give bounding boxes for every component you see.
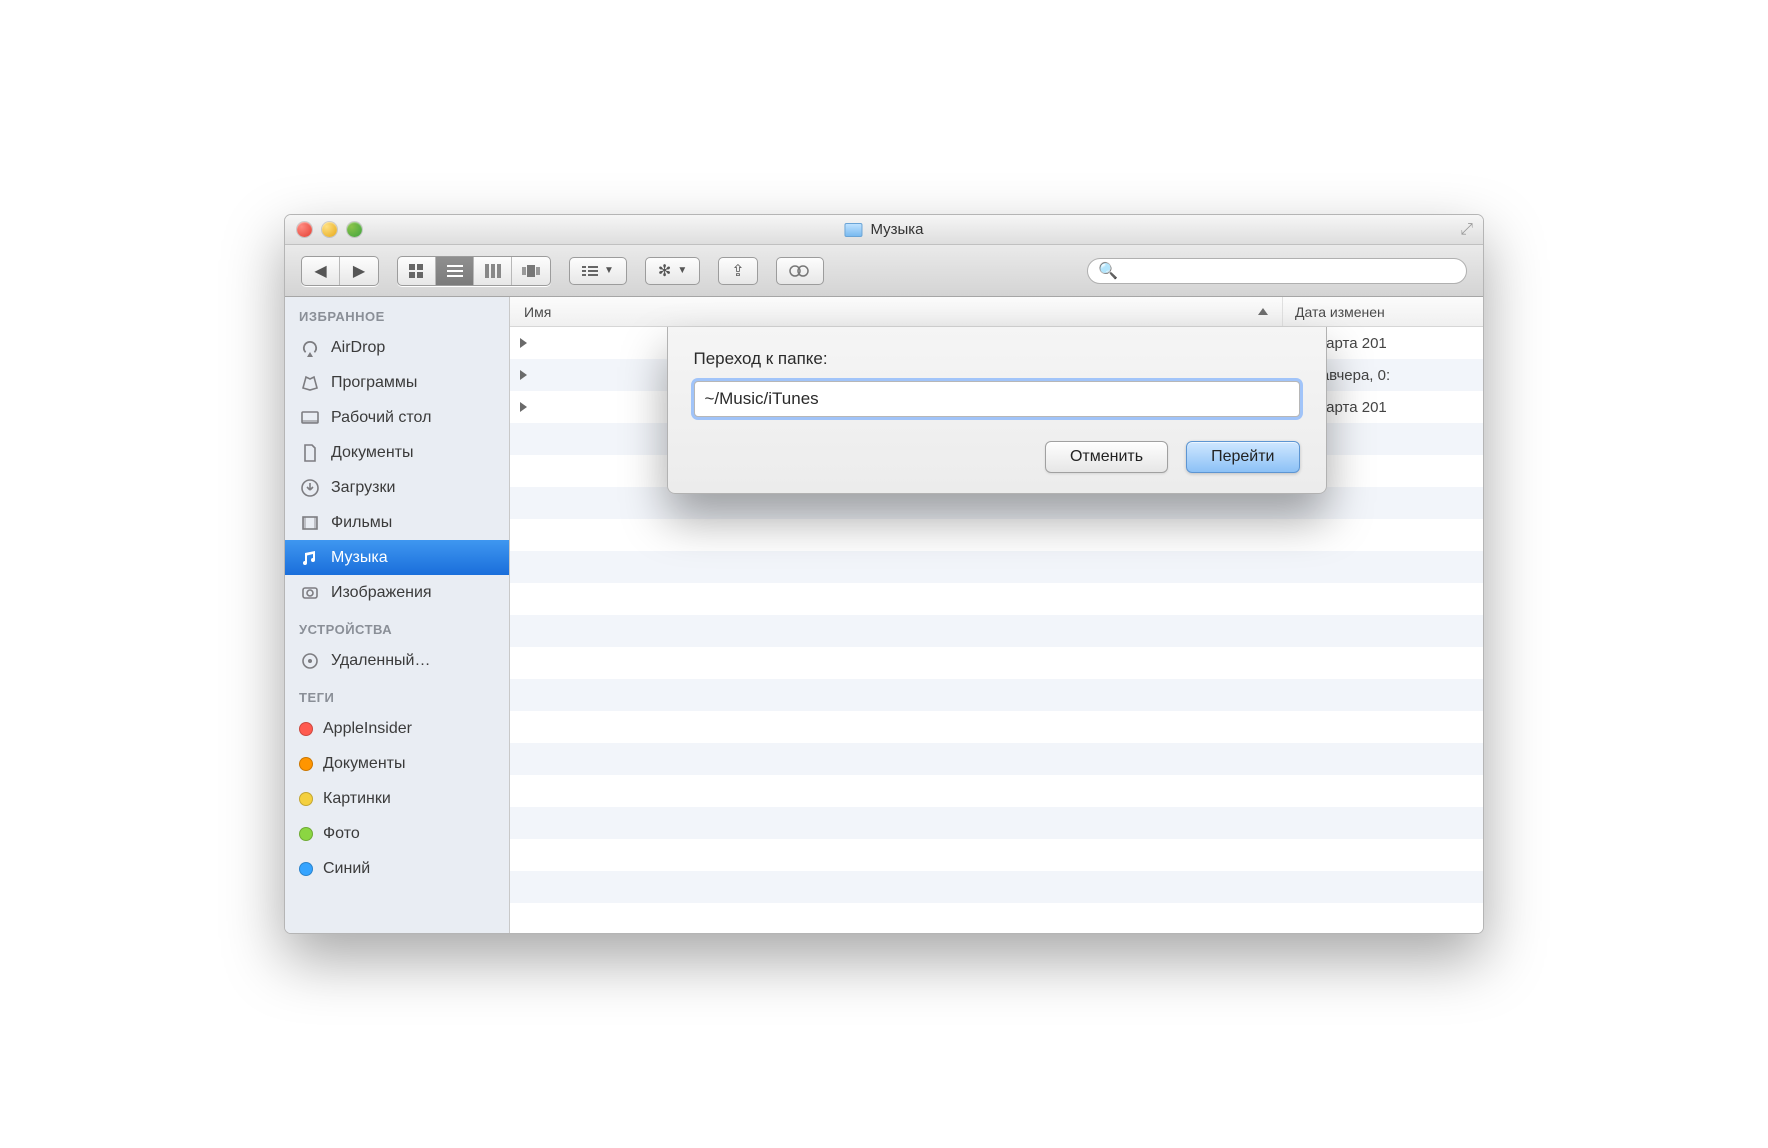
sidebar-item-label: Рабочий стол xyxy=(331,409,431,427)
tag-dot-icon xyxy=(299,827,313,841)
sidebar-item-label: Синий xyxy=(323,860,370,878)
sidebar-item-label: Музыка xyxy=(331,549,388,567)
sidebar-tag[interactable]: AppleInsider xyxy=(285,711,509,746)
sidebar-header-favorites: ИЗБРАННОЕ xyxy=(285,297,509,330)
zoom-icon[interactable] xyxy=(347,222,362,237)
view-switcher xyxy=(397,256,551,286)
sidebar-header-devices: УСТРОЙСТВА xyxy=(285,610,509,643)
view-coverflow-button[interactable] xyxy=(512,257,550,285)
sidebar-tag[interactable]: Синий xyxy=(285,851,509,886)
sidebar-item-pictures[interactable]: Изображения xyxy=(285,575,509,610)
sidebar-item-movies[interactable]: Фильмы xyxy=(285,505,509,540)
view-column-button[interactable] xyxy=(474,257,512,285)
sidebar-item-label: Удаленный… xyxy=(331,652,431,670)
downloads-icon xyxy=(299,478,321,498)
gear-icon: ✻ xyxy=(658,261,671,281)
fullscreen-icon[interactable]: ⤢ xyxy=(1460,221,1473,239)
sidebar-item-label: Загрузки xyxy=(331,479,395,497)
view-list-button[interactable] xyxy=(436,257,474,285)
sidebar: ИЗБРАННОЕ AirDrop Программы Рабочий стол xyxy=(285,297,510,933)
sidebar-tag[interactable]: Картинки xyxy=(285,781,509,816)
search-icon: 🔍 xyxy=(1098,261,1118,281)
go-to-folder-sheet: Переход к папке: Отменить Перейти xyxy=(667,327,1327,494)
content: ИЗБРАННОЕ AirDrop Программы Рабочий стол xyxy=(285,297,1483,933)
close-icon[interactable] xyxy=(297,222,312,237)
column-header-name[interactable]: Имя xyxy=(510,297,1283,326)
window-title-text: Музыка xyxy=(870,221,923,238)
search-input[interactable]: 🔍 xyxy=(1087,258,1467,284)
sidebar-item-airdrop[interactable]: AirDrop xyxy=(285,330,509,365)
column-header-modified-label: Дата изменен xyxy=(1295,304,1385,320)
titlebar: Музыка ⤢ xyxy=(285,215,1483,245)
tags-button[interactable] xyxy=(776,257,824,285)
window-title: Музыка xyxy=(844,221,923,238)
column-headers: Имя Дата изменен xyxy=(510,297,1483,327)
tag-dot-icon xyxy=(299,722,313,736)
sidebar-item-remote-disc[interactable]: Удаленный… xyxy=(285,643,509,678)
back-button[interactable]: ◀ xyxy=(302,257,340,285)
go-button[interactable]: Перейти xyxy=(1186,441,1299,473)
airdrop-icon xyxy=(299,338,321,358)
tag-dot-icon xyxy=(299,757,313,771)
go-to-folder-input[interactable] xyxy=(694,381,1300,417)
toolbar: ◀ ▶ ▼ ✻▼ ⇪ xyxy=(285,245,1483,297)
view-icon-button[interactable] xyxy=(398,257,436,285)
disclosure-icon[interactable] xyxy=(520,370,527,380)
file-list: Имя Дата изменен 10 марта 201 Позавчера,… xyxy=(510,297,1483,933)
column-header-name-label: Имя xyxy=(524,304,551,320)
sidebar-item-label: Картинки xyxy=(323,790,391,808)
finder-window: Музыка ⤢ ◀ ▶ ▼ ✻▼ xyxy=(284,214,1484,934)
sidebar-item-label: Документы xyxy=(323,755,405,773)
minimize-icon[interactable] xyxy=(322,222,337,237)
sidebar-item-label: Фото xyxy=(323,825,360,843)
sidebar-item-documents[interactable]: Документы xyxy=(285,435,509,470)
movies-icon xyxy=(299,513,321,533)
applications-icon xyxy=(299,373,321,393)
tag-dot-icon xyxy=(299,862,313,876)
sidebar-item-downloads[interactable]: Загрузки xyxy=(285,470,509,505)
share-icon: ⇪ xyxy=(731,261,744,281)
sidebar-item-label: AirDrop xyxy=(331,339,385,357)
pictures-icon xyxy=(299,583,321,603)
disc-icon xyxy=(299,651,321,671)
share-button[interactable]: ⇪ xyxy=(718,257,757,285)
sidebar-item-label: Документы xyxy=(331,444,413,462)
nav-back-forward: ◀ ▶ xyxy=(301,256,379,286)
sheet-actions: Отменить Перейти xyxy=(694,441,1300,473)
sidebar-header-tags: ТЕГИ xyxy=(285,678,509,711)
disclosure-icon[interactable] xyxy=(520,402,527,412)
toolbar-search: 🔍 xyxy=(842,258,1467,284)
sidebar-item-label: AppleInsider xyxy=(323,720,412,738)
sort-ascending-icon xyxy=(1258,308,1268,315)
sidebar-item-label: Фильмы xyxy=(331,514,392,532)
folder-icon xyxy=(844,223,862,237)
sidebar-tag[interactable]: Документы xyxy=(285,746,509,781)
traffic-lights xyxy=(285,222,362,237)
tag-dot-icon xyxy=(299,792,313,806)
arrange-button[interactable]: ▼ xyxy=(569,257,627,285)
sidebar-item-desktop[interactable]: Рабочий стол xyxy=(285,400,509,435)
sidebar-item-label: Программы xyxy=(331,374,417,392)
sidebar-item-applications[interactable]: Программы xyxy=(285,365,509,400)
music-icon xyxy=(299,548,321,568)
disclosure-icon[interactable] xyxy=(520,338,527,348)
sidebar-tag[interactable]: Фото xyxy=(285,816,509,851)
go-to-folder-label: Переход к папке: xyxy=(694,349,1300,369)
sidebar-item-music[interactable]: Музыка xyxy=(285,540,509,575)
documents-icon xyxy=(299,443,321,463)
forward-button[interactable]: ▶ xyxy=(340,257,378,285)
sidebar-item-label: Изображения xyxy=(331,584,432,602)
column-header-modified[interactable]: Дата изменен xyxy=(1283,304,1483,320)
cancel-button[interactable]: Отменить xyxy=(1045,441,1168,473)
desktop-icon xyxy=(299,408,321,428)
action-button[interactable]: ✻▼ xyxy=(645,257,700,285)
